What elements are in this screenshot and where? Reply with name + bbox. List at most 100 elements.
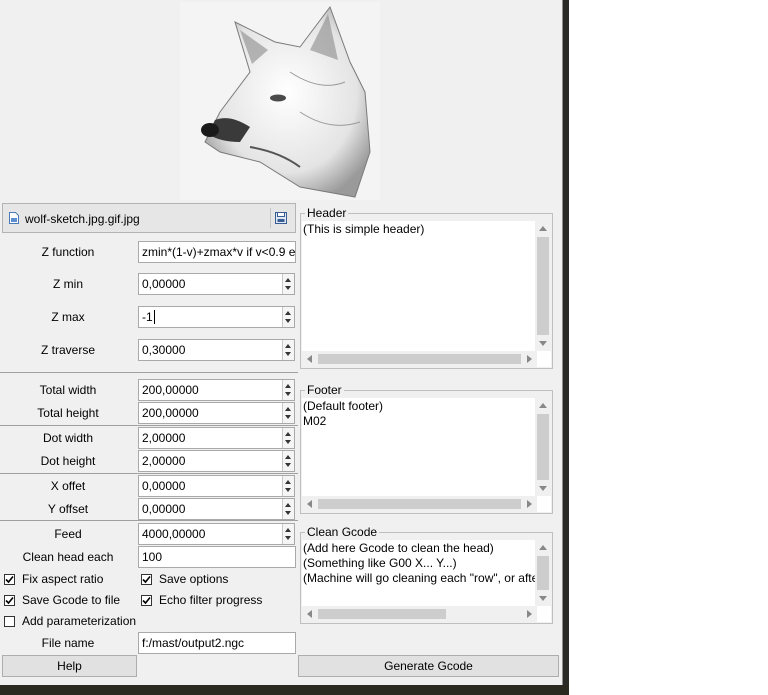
text-line: (Something like G00 X... Y...) [303,556,457,570]
spin-arrows[interactable] [282,274,294,294]
separator [0,425,298,426]
open-file-button[interactable] [270,208,291,228]
dot-width-label: Dot width [42,431,94,445]
feed-label: Feed [54,527,82,541]
scroll-left-icon[interactable] [307,610,312,618]
text-line: (Default footer) [303,399,384,413]
scroll-left-icon[interactable] [307,500,312,508]
z-max-label: Z max [51,310,85,324]
spin-arrows[interactable] [282,499,294,519]
scroll-up-icon[interactable] [539,226,547,231]
clean-gcode-group: Clean Gcode (Add here Gcode to clean the… [300,525,553,624]
total-height-label: Total height [37,406,99,420]
checkbox-checked-icon [141,594,152,606]
image-file-icon [9,212,19,224]
file-name-input[interactable]: f:/mast/output2.ngc [138,632,296,654]
z-traverse-spinbox[interactable]: 0,30000 [138,339,295,361]
y-offset-spinbox[interactable]: 0,00000 [138,498,295,520]
help-button[interactable]: Help [2,655,137,677]
fix-aspect-checkbox[interactable]: Fix aspect ratio [4,572,103,586]
y-offset-label: Y offset [47,502,89,516]
text-line: (This is simple header) [303,222,425,236]
total-height-spinbox[interactable]: 200,00000 [138,402,295,424]
clean-gcode-text: (Add here Gcode to clean the head) (Somet… [303,541,542,586]
clean-gcode-textarea[interactable]: (Add here Gcode to clean the head) (Somet… [302,540,551,622]
horizontal-scrollbar[interactable] [302,496,537,512]
scroll-right-icon[interactable] [527,355,532,363]
save-gcode-checkbox[interactable]: Save Gcode to file [4,593,120,607]
background-strip [0,685,569,695]
spin-arrows[interactable] [282,380,294,400]
footer-textarea[interactable]: (Default footer) M02 [302,398,551,512]
text-cursor [154,310,155,324]
vertical-scrollbar[interactable] [535,221,551,351]
scroll-thumb[interactable] [537,414,549,480]
open-file-icon [275,212,287,224]
scroll-down-icon[interactable] [539,486,547,491]
z-max-spinbox[interactable]: -1 [138,306,295,328]
scroll-up-icon[interactable] [539,545,547,550]
image-file-name: wolf-sketch.jpg.gif.jpg [25,212,140,226]
spin-arrows[interactable] [282,307,294,327]
z-function-label: Z function [41,245,95,259]
scroll-thumb[interactable] [318,499,521,509]
horizontal-scrollbar[interactable] [302,606,537,622]
checkbox-checked-icon [4,573,15,585]
spin-arrows[interactable] [282,428,294,448]
vertical-scrollbar[interactable] [535,540,551,606]
header-textarea[interactable]: (This is simple header) [302,221,551,367]
footer-group-title: Footer [305,383,344,397]
scroll-up-icon[interactable] [539,403,547,408]
separator [0,473,298,474]
feed-spinbox[interactable]: 4000,00000 [138,523,295,545]
spin-arrows[interactable] [282,403,294,423]
total-width-label: Total width [39,383,97,397]
header-group-title: Header [305,206,349,220]
spin-arrows[interactable] [282,524,294,544]
scroll-left-icon[interactable] [307,355,312,363]
add-param-checkbox[interactable]: Add parameterization [4,614,136,628]
image-file-box[interactable]: wolf-sketch.jpg.gif.jpg [2,203,296,233]
clean-head-each-input[interactable]: 100 [138,546,296,568]
separator [0,520,298,521]
header-group: Header (This is simple header) [300,206,553,369]
checkbox-checked-icon [4,594,15,606]
scroll-down-icon[interactable] [539,341,547,346]
z-function-input[interactable]: zmin*(1-v)+zmax*v if v<0.9 else ztravers… [138,241,296,263]
z-traverse-label: Z traverse [40,343,95,357]
spin-arrows[interactable] [282,476,294,496]
horizontal-scrollbar[interactable] [302,351,537,367]
footer-group: Footer (Default footer) M02 [300,383,553,514]
dot-height-spinbox[interactable]: 2,00000 [138,450,295,472]
clean-head-each-label: Clean head each [22,550,114,564]
vertical-scrollbar[interactable] [535,398,551,496]
checkbox-unchecked-icon [4,615,15,627]
scroll-thumb[interactable] [537,556,549,590]
x-offset-spinbox[interactable]: 0,00000 [138,475,295,497]
spin-arrows[interactable] [282,451,294,471]
background-strip [563,0,569,695]
scroll-right-icon[interactable] [527,500,532,508]
echo-filter-checkbox[interactable]: Echo filter progress [141,593,262,607]
save-options-checkbox[interactable]: Save options [141,572,228,586]
scroll-right-icon[interactable] [527,610,532,618]
image-preview [180,2,380,200]
dot-width-spinbox[interactable]: 2,00000 [138,427,295,449]
text-line: (Machine will go cleaning each "row", or… [303,571,543,585]
file-name-label: File name [41,636,95,650]
text-line: M02 [303,414,327,428]
z-min-spinbox[interactable]: 0,00000 [138,273,295,295]
separator [0,372,298,373]
spin-arrows[interactable] [282,340,294,360]
total-width-spinbox[interactable]: 200,00000 [138,379,295,401]
x-offset-label: X offet [50,479,86,493]
scroll-thumb[interactable] [537,237,549,335]
generate-gcode-button[interactable]: Generate Gcode [298,655,559,677]
header-text: (This is simple header) [303,222,424,237]
z-min-label: Z min [53,277,83,291]
dot-height-label: Dot height [40,454,96,468]
text-line: (Add here Gcode to clean the head) [303,541,494,555]
scroll-thumb[interactable] [318,609,446,619]
scroll-down-icon[interactable] [539,596,547,601]
scroll-thumb[interactable] [318,354,521,364]
